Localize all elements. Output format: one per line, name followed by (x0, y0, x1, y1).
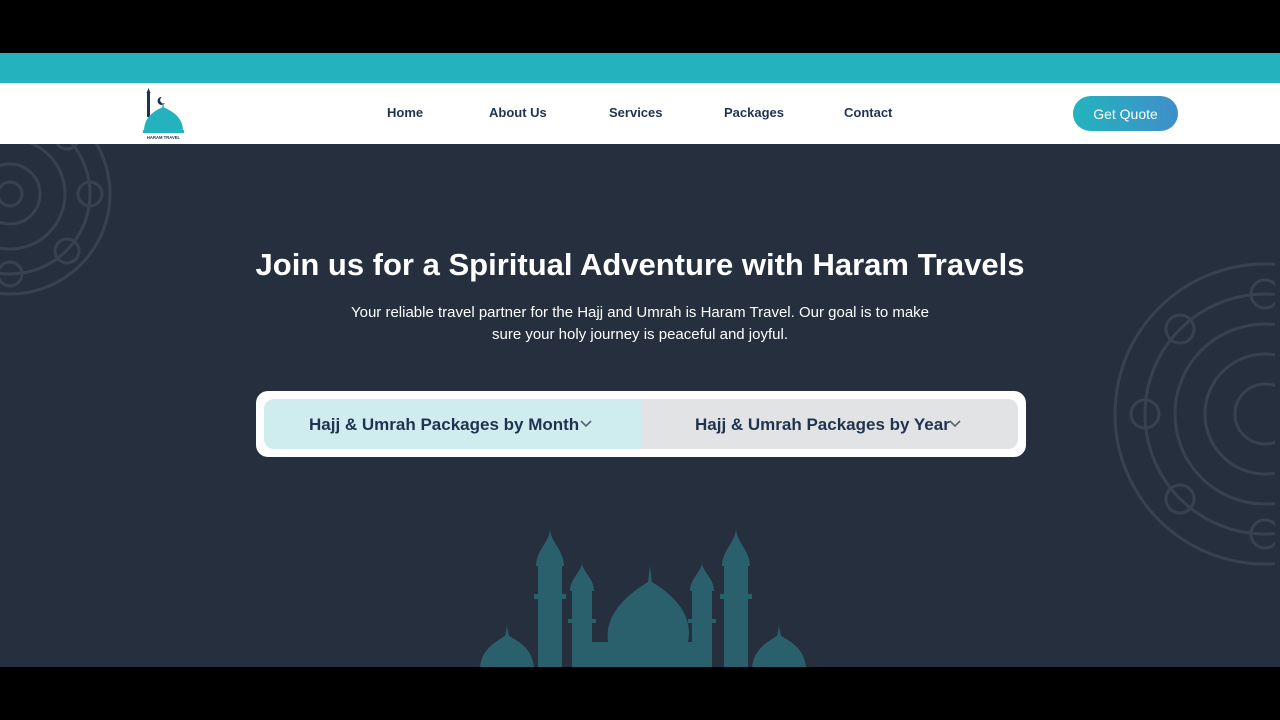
hero-subtitle: Your reliable travel partner for the Haj… (350, 304, 930, 343)
hero-title: Join us for a Spiritual Adventure with H… (255, 247, 1025, 282)
top-accent-strip (0, 53, 1280, 83)
mosque-logo-icon: HARAM TRAVEL (143, 88, 184, 140)
hero-section: Join us for a Spiritual Adventure with H… (0, 144, 1280, 667)
logo-text: HARAM TRAVEL (147, 135, 181, 140)
nav-contact[interactable]: Contact (844, 105, 892, 120)
packages-by-month-dropdown[interactable]: Hajj & Umrah Packages by Month (264, 399, 641, 449)
navbar: HARAM TRAVEL Home About Us Services Pack… (0, 83, 1280, 144)
letterbox-bottom (0, 667, 1280, 720)
mandala-ornament-right (1113, 262, 1275, 566)
brand-logo[interactable]: HARAM TRAVEL (140, 87, 188, 141)
packages-by-month-label: Hajj & Umrah Packages by Month (309, 415, 580, 434)
chevron-down-icon (580, 420, 592, 428)
chevron-down-icon (949, 420, 961, 428)
packages-by-year-label: Hajj & Umrah Packages by Year (695, 415, 950, 434)
letterbox-top (0, 0, 1280, 53)
package-selector: Hajj & Umrah Packages by Month Hajj & Um… (256, 391, 1026, 457)
nav-home[interactable]: Home (387, 105, 423, 120)
get-quote-button[interactable]: Get Quote (1073, 96, 1178, 131)
nav-about-us[interactable]: About Us (489, 105, 547, 120)
nav-services[interactable]: Services (609, 105, 663, 120)
nav-packages[interactable]: Packages (724, 105, 784, 120)
mosque-silhouette-illustration (480, 528, 806, 667)
packages-by-year-dropdown[interactable]: Hajj & Umrah Packages by Year (641, 399, 1018, 449)
